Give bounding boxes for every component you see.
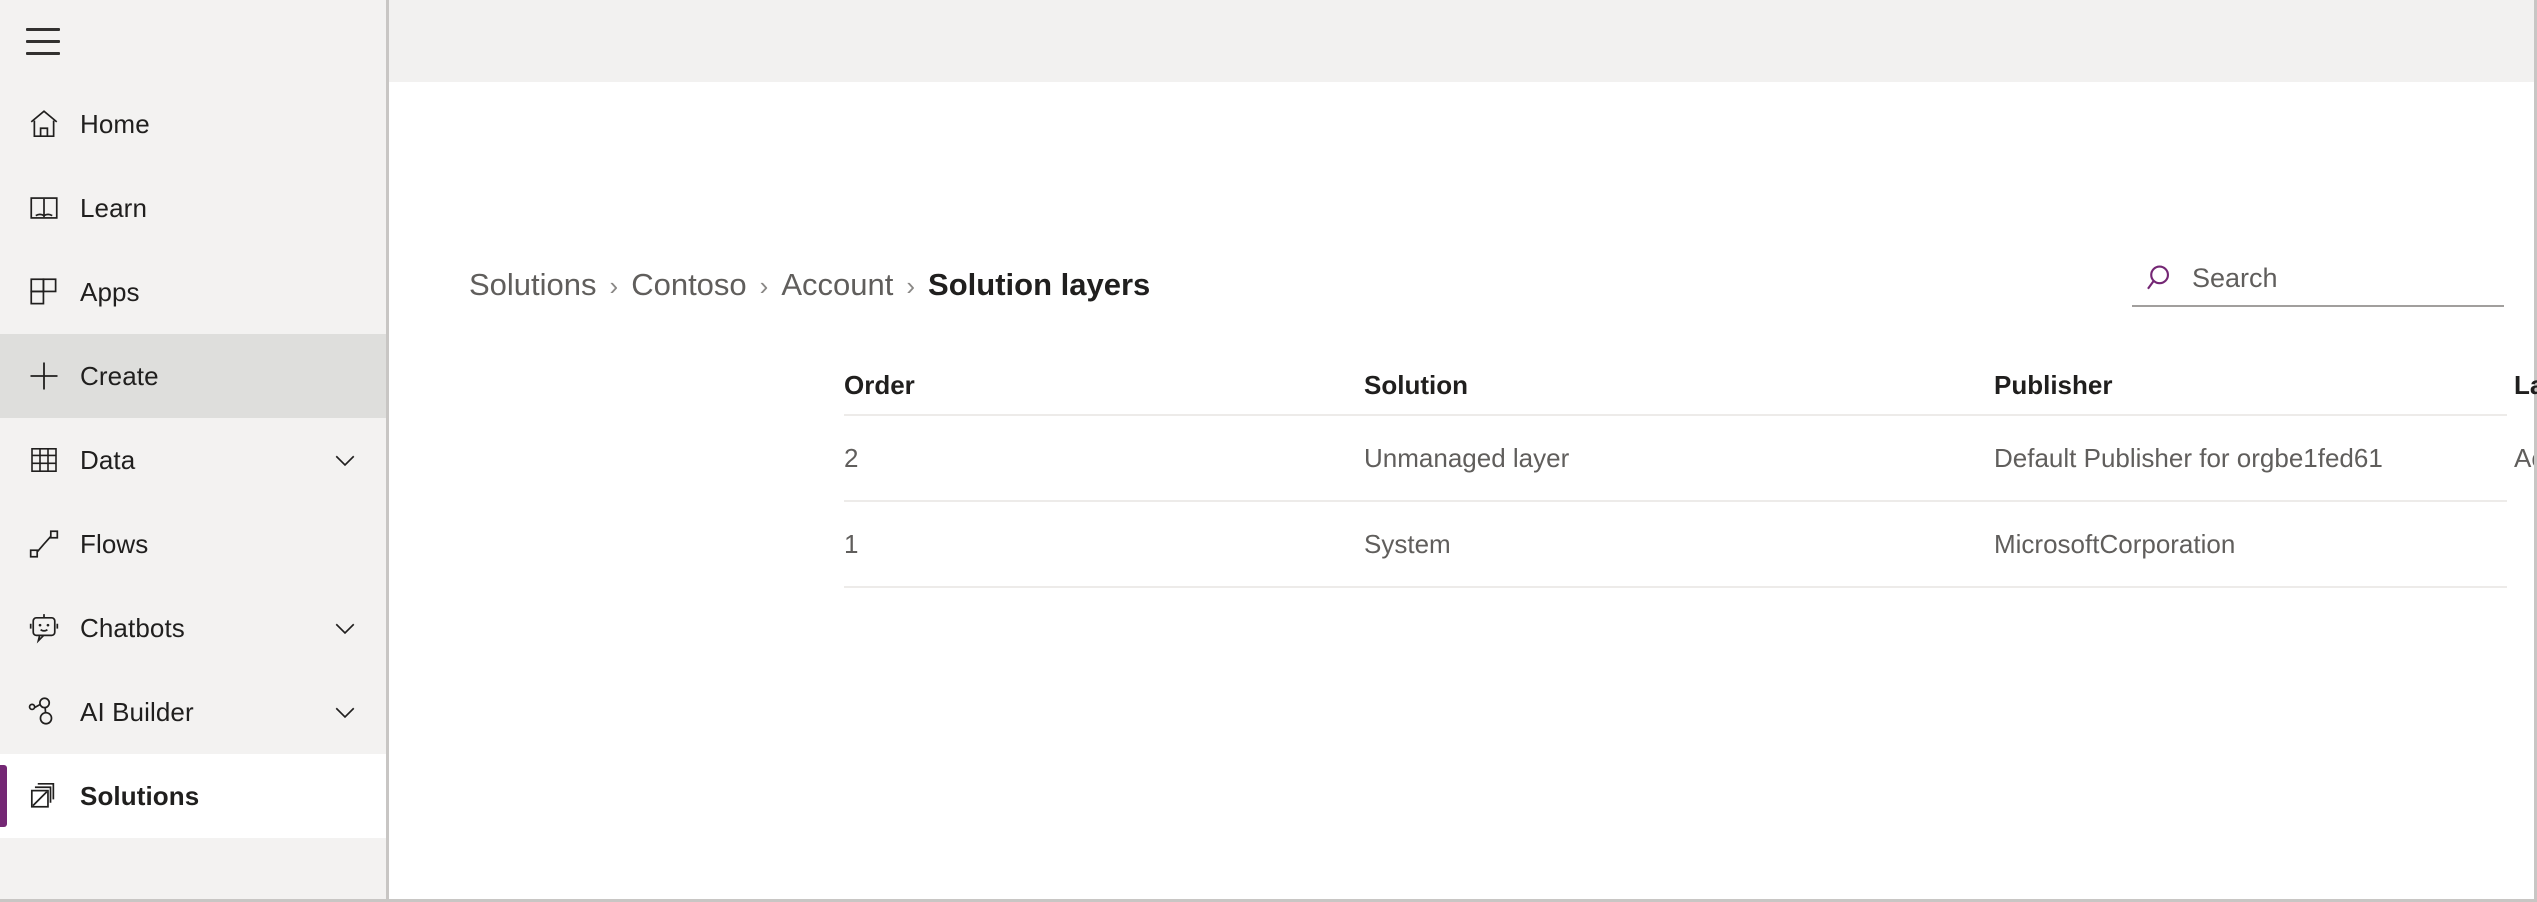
breadcrumb-separator-icon: ›	[747, 273, 782, 299]
sidebar-item-solutions[interactable]: Solutions	[0, 754, 386, 838]
command-bar-row: Solutions › Contoso › Account › Solution…	[389, 244, 2534, 300]
table-icon	[22, 438, 66, 482]
sidebar-item-label: AI Builder	[80, 697, 326, 728]
table-header-row: Order Solution Publisher Layer status	[844, 356, 2507, 416]
chevron-down-icon[interactable]	[326, 609, 364, 647]
sidebar-item-ai-builder[interactable]: AI Builder	[0, 670, 386, 754]
search-icon	[2144, 261, 2178, 295]
sidebar-item-label: Chatbots	[80, 613, 326, 644]
chevron-down-icon[interactable]	[326, 693, 364, 731]
sidebar-item-home[interactable]: Home	[0, 82, 386, 166]
column-header-publisher[interactable]: Publisher	[1994, 370, 2514, 401]
chevron-down-icon[interactable]	[326, 441, 364, 479]
breadcrumb-item-contoso[interactable]: Contoso	[631, 269, 746, 300]
cell-order: 2	[844, 443, 1364, 474]
apps-grid-icon	[22, 270, 66, 314]
hamburger-menu-container	[0, 0, 386, 82]
main-region: Solutions › Contoso › Account › Solution…	[389, 0, 2534, 899]
search-box[interactable]	[2132, 261, 2504, 307]
table-row[interactable]: 2 Unmanaged layer Default Publisher for …	[844, 416, 2507, 502]
hamburger-bar-1	[26, 28, 60, 31]
plus-icon	[22, 354, 66, 398]
flow-icon	[22, 522, 66, 566]
sidebar-item-flows[interactable]: Flows	[0, 502, 386, 586]
cell-solution: Unmanaged layer	[1364, 443, 1994, 474]
sidebar-item-label: Data	[80, 445, 326, 476]
sidebar-item-label: Solutions	[80, 781, 364, 812]
column-header-layer-status[interactable]: Layer status	[2514, 370, 2537, 401]
sidebar-nav-list: Home Learn	[0, 82, 386, 838]
solutions-icon	[22, 774, 66, 818]
sidebar-item-create[interactable]: Create	[0, 334, 386, 418]
book-icon	[22, 186, 66, 230]
breadcrumb-separator-icon: ›	[893, 273, 928, 299]
sidebar-item-chatbots[interactable]: Chatbots	[0, 586, 386, 670]
breadcrumb: Solutions › Contoso › Account › Solution…	[469, 269, 1150, 300]
sidebar-item-label: Apps	[80, 277, 364, 308]
app-window: Home Learn	[0, 0, 2537, 902]
cell-publisher: Default Publisher for orgbe1fed61	[1994, 443, 2514, 474]
cell-layer-status: Active	[2514, 443, 2534, 474]
sidebar-item-label: Flows	[80, 529, 364, 560]
breadcrumb-item-solutions[interactable]: Solutions	[469, 269, 597, 300]
search-input[interactable]	[2192, 263, 2496, 294]
cell-publisher: MicrosoftCorporation	[1994, 529, 2514, 560]
hamburger-bar-2	[26, 40, 60, 43]
table-inner: Order Solution Publisher Layer status 2 …	[844, 356, 2507, 588]
home-icon	[22, 102, 66, 146]
sidebar-item-label: Create	[80, 361, 364, 392]
hamburger-bar-3	[26, 52, 60, 55]
sidebar-item-label: Home	[80, 109, 364, 140]
column-header-solution[interactable]: Solution	[1364, 370, 1994, 401]
breadcrumb-item-current: Solution layers	[928, 269, 1150, 300]
sidebar-item-learn[interactable]: Learn	[0, 166, 386, 250]
sidebar-item-apps[interactable]: Apps	[0, 250, 386, 334]
hamburger-menu-icon[interactable]	[20, 18, 66, 64]
cell-solution: System	[1364, 529, 1994, 560]
sidebar-item-label: Learn	[80, 193, 364, 224]
chatbot-icon	[22, 606, 66, 650]
solution-layers-table: Order Solution Publisher Layer status 2 …	[389, 356, 2534, 588]
app-header-bar	[389, 0, 2534, 82]
column-header-order[interactable]: Order	[844, 370, 1364, 401]
ai-builder-icon	[22, 690, 66, 734]
cell-order: 1	[844, 529, 1364, 560]
left-navigation-sidebar: Home Learn	[0, 0, 389, 899]
sidebar-item-data[interactable]: Data	[0, 418, 386, 502]
table-row[interactable]: 1 System MicrosoftCorporation	[844, 502, 2507, 588]
breadcrumb-item-account[interactable]: Account	[781, 269, 893, 300]
breadcrumb-separator-icon: ›	[597, 273, 632, 299]
page-content: Solutions › Contoso › Account › Solution…	[389, 82, 2534, 899]
